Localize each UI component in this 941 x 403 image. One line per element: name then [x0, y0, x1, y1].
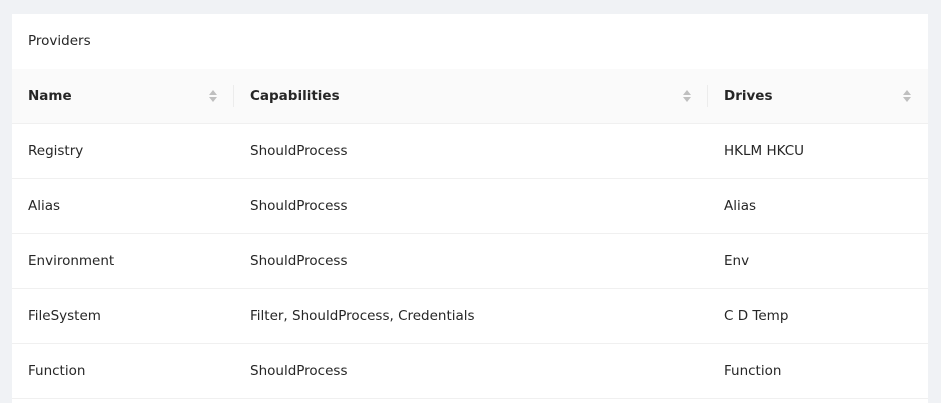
cell-capabilities: Filter, ShouldProcess, Credentials	[234, 288, 708, 344]
providers-card: Providers Name Capabilities Drives Regis…	[12, 14, 928, 403]
cell-drives: Function	[708, 343, 928, 399]
cell-capabilities: ShouldProcess	[234, 123, 708, 179]
card-title: Providers	[28, 33, 91, 49]
table-row[interactable]: Alias ShouldProcess Alias	[12, 178, 928, 234]
cell-name: Function	[12, 343, 234, 399]
cell-name: Registry	[12, 123, 234, 179]
sort-caret-icon[interactable]	[208, 89, 218, 103]
cell-drives: C D Temp	[708, 288, 928, 344]
cell-name: Environment	[12, 233, 234, 289]
table-row[interactable]: Registry ShouldProcess HKLM HKCU	[12, 123, 928, 179]
table-header-row: Name Capabilities Drives	[12, 69, 928, 124]
cell-drives: HKLM HKCU	[708, 123, 928, 179]
cell-drives: Alias	[708, 178, 928, 234]
column-header-capabilities[interactable]: Capabilities	[234, 69, 708, 124]
table-row[interactable]: FileSystem Filter, ShouldProcess, Creden…	[12, 288, 928, 344]
table-row[interactable]: Environment ShouldProcess Env	[12, 233, 928, 289]
cell-capabilities: ShouldProcess	[234, 178, 708, 234]
cell-name: Alias	[12, 178, 234, 234]
column-header-drives[interactable]: Drives	[708, 69, 928, 124]
column-header-label: Drives	[724, 88, 773, 104]
sort-caret-icon[interactable]	[902, 89, 912, 103]
table-row[interactable]: Function ShouldProcess Function	[12, 343, 928, 399]
providers-table: Name Capabilities Drives Registry Should…	[12, 69, 928, 399]
cell-name: FileSystem	[12, 288, 234, 344]
cell-drives: Env	[708, 233, 928, 289]
sort-caret-icon[interactable]	[682, 89, 692, 103]
column-header-name[interactable]: Name	[12, 69, 234, 124]
cell-capabilities: ShouldProcess	[234, 233, 708, 289]
cell-capabilities: ShouldProcess	[234, 343, 708, 399]
column-header-label: Name	[28, 88, 72, 104]
column-header-label: Capabilities	[250, 88, 340, 104]
